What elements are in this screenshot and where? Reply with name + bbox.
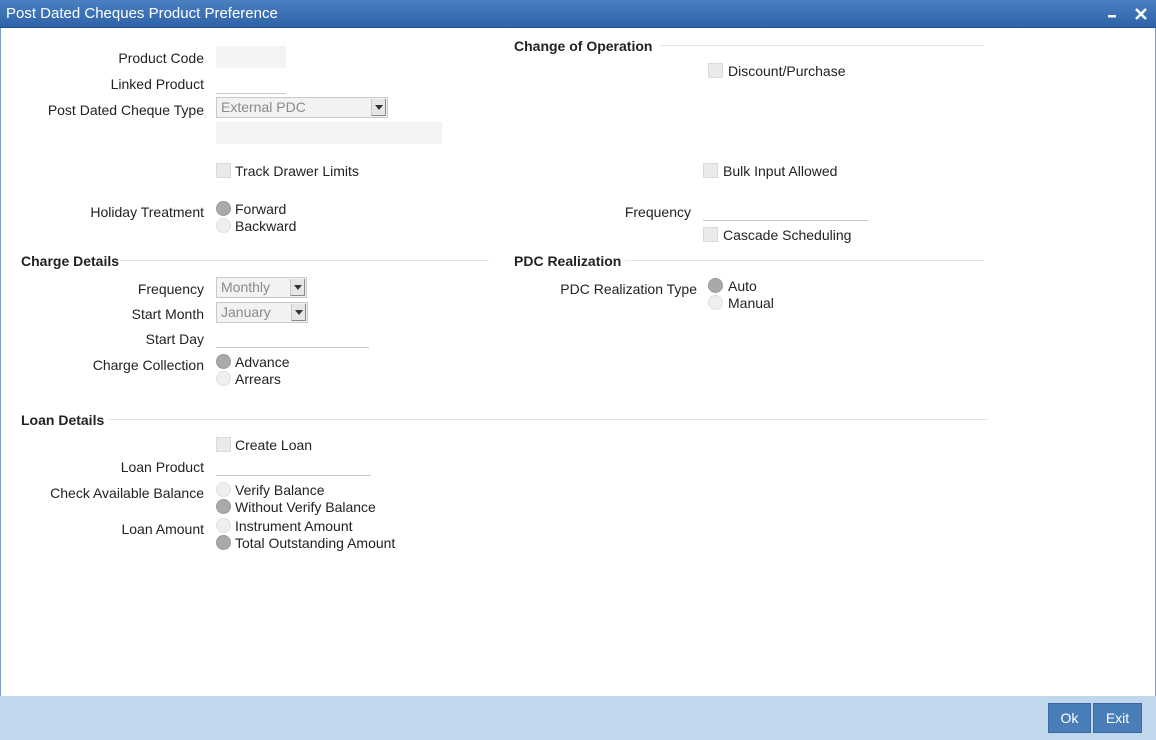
start-month-select[interactable]: January — [216, 302, 308, 323]
holiday-forward-label: Forward — [235, 201, 287, 217]
discount-purchase-label: Discount/Purchase — [728, 63, 846, 79]
create-loan-checkbox[interactable] — [216, 437, 231, 452]
section-divider — [120, 260, 489, 261]
create-loan-label: Create Loan — [235, 437, 313, 453]
linked-product-label: Linked Product — [110, 76, 204, 92]
pdc-type-select[interactable]: External PDC — [216, 97, 388, 118]
start-month-label: Start Month — [131, 306, 204, 322]
without-verify-balance-radio[interactable] — [216, 499, 231, 514]
total-outstanding-amount-label: Total Outstanding Amount — [235, 535, 396, 551]
section-divider — [660, 45, 984, 46]
section-divider — [625, 260, 984, 261]
dialog-body — [0, 28, 1156, 740]
bulk-input-allowed-checkbox[interactable] — [703, 163, 718, 178]
chevron-down-icon[interactable] — [290, 279, 305, 296]
total-outstanding-amount-radio[interactable] — [216, 535, 231, 550]
cascade-scheduling-label: Cascade Scheduling — [723, 227, 852, 243]
cascade-scheduling-checkbox[interactable] — [703, 227, 718, 242]
holiday-backward-radio[interactable] — [216, 218, 231, 233]
minimize-icon[interactable] — [1101, 3, 1123, 25]
product-code-field[interactable] — [216, 46, 286, 68]
charge-frequency-select[interactable]: Monthly — [216, 277, 307, 298]
charge-collection-label: Charge Collection — [92, 357, 204, 373]
charge-arrears-label: Arrears — [235, 371, 281, 387]
track-drawer-limits-checkbox[interactable] — [216, 163, 231, 178]
check-available-balance-label: Check Available Balance — [50, 485, 204, 501]
change-of-operation-heading: Change of Operation — [514, 38, 653, 54]
realization-auto-radio[interactable] — [708, 278, 723, 293]
pdc-type-description-field[interactable] — [216, 122, 442, 144]
ok-button[interactable]: Ok — [1048, 703, 1091, 733]
realization-manual-radio[interactable] — [708, 295, 723, 310]
section-divider — [108, 419, 988, 420]
title-bar: Post Dated Cheques Product Preference — [0, 0, 1156, 28]
linked-product-field[interactable] — [216, 72, 286, 94]
loan-details-heading: Loan Details — [21, 412, 105, 428]
verify-balance-label: Verify Balance — [235, 482, 325, 498]
close-icon[interactable] — [1130, 3, 1152, 25]
track-drawer-limits-label: Track Drawer Limits — [235, 163, 359, 179]
charge-frequency-label: Frequency — [137, 281, 204, 297]
operation-frequency-field[interactable] — [703, 199, 868, 221]
exit-button[interactable]: Exit — [1093, 703, 1142, 733]
charge-frequency-value: Monthly — [221, 279, 271, 295]
discount-purchase-checkbox[interactable] — [708, 63, 723, 78]
charge-arrears-radio[interactable] — [216, 371, 231, 386]
window-title: Post Dated Cheques Product Preference — [6, 5, 278, 22]
operation-frequency-label: Frequency — [624, 204, 691, 220]
holiday-backward-label: Backward — [235, 218, 297, 234]
pdc-realization-type-label: PDC Realization Type — [560, 281, 697, 297]
start-day-label: Start Day — [145, 331, 204, 347]
realization-manual-label: Manual — [728, 295, 774, 311]
product-code-label: Product Code — [118, 50, 204, 66]
charge-advance-radio[interactable] — [216, 354, 231, 369]
without-verify-balance-label: Without Verify Balance — [235, 499, 376, 515]
holiday-forward-radio[interactable] — [216, 201, 231, 216]
pdc-type-label: Post Dated Cheque Type — [47, 102, 204, 118]
start-day-field[interactable] — [216, 326, 369, 348]
pdc-realization-heading: PDC Realization — [514, 253, 622, 269]
holiday-treatment-label: Holiday Treatment — [90, 204, 204, 220]
charge-advance-label: Advance — [235, 354, 290, 370]
bulk-input-allowed-label: Bulk Input Allowed — [723, 163, 838, 179]
loan-product-label: Loan Product — [120, 459, 204, 475]
chevron-down-icon[interactable] — [371, 99, 386, 116]
start-month-value: January — [221, 304, 271, 320]
charge-details-heading: Charge Details — [21, 253, 120, 269]
instrument-amount-label: Instrument Amount — [235, 518, 353, 534]
instrument-amount-radio[interactable] — [216, 518, 231, 533]
pdc-type-value: External PDC — [221, 99, 306, 115]
footer-bar — [0, 696, 1156, 740]
chevron-down-icon[interactable] — [291, 304, 306, 321]
loan-product-field[interactable] — [216, 454, 371, 476]
loan-amount-label: Loan Amount — [121, 521, 204, 537]
verify-balance-radio[interactable] — [216, 482, 231, 497]
realization-auto-label: Auto — [728, 278, 757, 294]
